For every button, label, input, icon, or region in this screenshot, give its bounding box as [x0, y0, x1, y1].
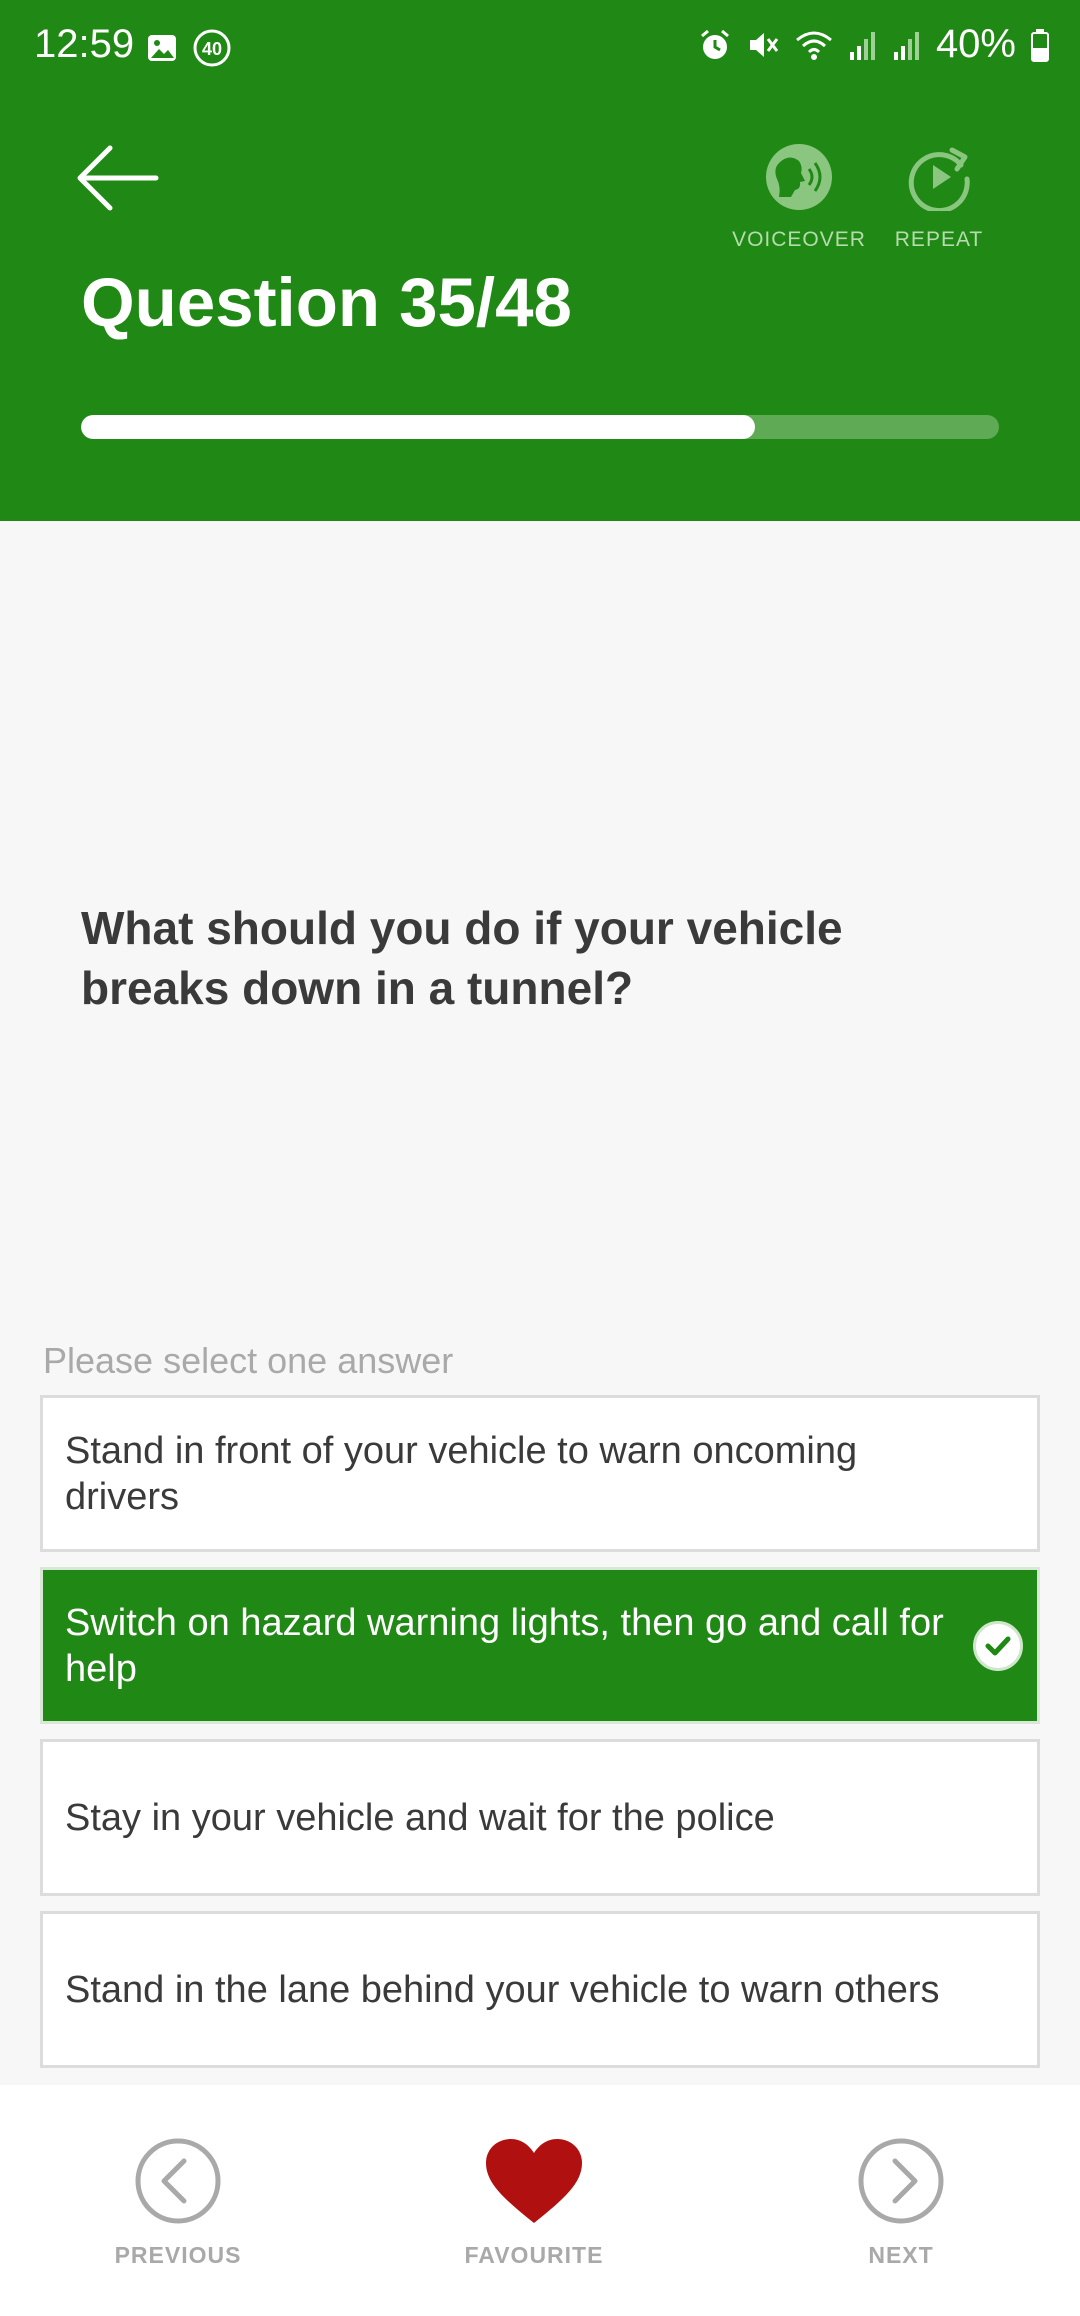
alarm-icon	[698, 28, 732, 62]
wifi-icon	[794, 28, 834, 62]
status-right: 40%	[698, 22, 1050, 67]
quiz-screen: 12:59 40 40% VOICEOVER REPEAT Question 3…	[0, 0, 1080, 2316]
mute-icon	[746, 28, 780, 62]
status-left-icons: 40	[146, 28, 232, 68]
signal-icon	[848, 28, 878, 62]
favourite-button[interactable]: FAVOURITE	[434, 2137, 634, 2269]
answer-text: Switch on hazard warning lights, then go…	[65, 1601, 944, 1690]
answer-option[interactable]: Stay in your vehicle and wait for the po…	[40, 1739, 1040, 1896]
repeat-button[interactable]: REPEAT	[869, 143, 1009, 252]
header: 12:59 40 40% VOICEOVER REPEAT Question 3…	[0, 0, 1080, 521]
back-button[interactable]	[74, 140, 166, 220]
answer-text: Stay in your vehicle and wait for the po…	[65, 1796, 775, 1839]
chevron-right-circle-icon	[857, 2137, 945, 2230]
notification-badge-count: 40	[202, 39, 222, 59]
favourite-label: FAVOURITE	[464, 2242, 604, 2268]
battery-percent: 40%	[935, 22, 1016, 66]
page-title: Question 35/48	[81, 264, 572, 341]
previous-label: PREVIOUS	[114, 2242, 242, 2268]
answer-text: Stand in front of your vehicle to warn o…	[65, 1429, 858, 1518]
progress-bar-fill	[81, 415, 755, 439]
replay-icon	[905, 143, 973, 216]
select-hint: Please select one answer	[43, 1340, 454, 1381]
signal-icon	[892, 28, 922, 62]
badge-40-icon: 40	[192, 28, 232, 68]
repeat-label: REPEAT	[894, 228, 984, 251]
next-button[interactable]: NEXT	[801, 2137, 1001, 2269]
voiceover-button[interactable]: VOICEOVER	[729, 143, 869, 252]
heart-icon	[484, 2137, 584, 2230]
previous-button[interactable]: PREVIOUS	[78, 2137, 278, 2269]
arrow-left-icon	[74, 143, 160, 218]
bottom-nav: PREVIOUS FAVOURITE NEXT	[0, 2085, 1080, 2316]
answer-option[interactable]: Stand in the lane behind your vehicle to…	[40, 1911, 1040, 2068]
question-text: What should you do if your vehicle break…	[81, 902, 843, 1014]
answer-option-selected[interactable]: Switch on hazard warning lights, then go…	[40, 1567, 1040, 1724]
answer-text: Stand in the lane behind your vehicle to…	[65, 1968, 940, 2011]
gallery-icon	[146, 32, 178, 64]
battery-icon	[1030, 28, 1050, 62]
voiceover-icon	[765, 143, 833, 216]
progress-bar	[81, 415, 999, 439]
answer-option[interactable]: Stand in front of your vehicle to warn o…	[40, 1395, 1040, 1552]
voiceover-label: VOICEOVER	[732, 228, 866, 251]
next-label: NEXT	[868, 2242, 934, 2268]
status-bar: 12:59 40 40%	[0, 0, 1080, 96]
chevron-left-circle-icon	[134, 2137, 222, 2230]
checkmark-icon	[973, 1620, 1023, 1671]
status-time: 12:59	[34, 22, 135, 66]
answer-list: Stand in front of your vehicle to warn o…	[40, 1395, 1040, 2083]
